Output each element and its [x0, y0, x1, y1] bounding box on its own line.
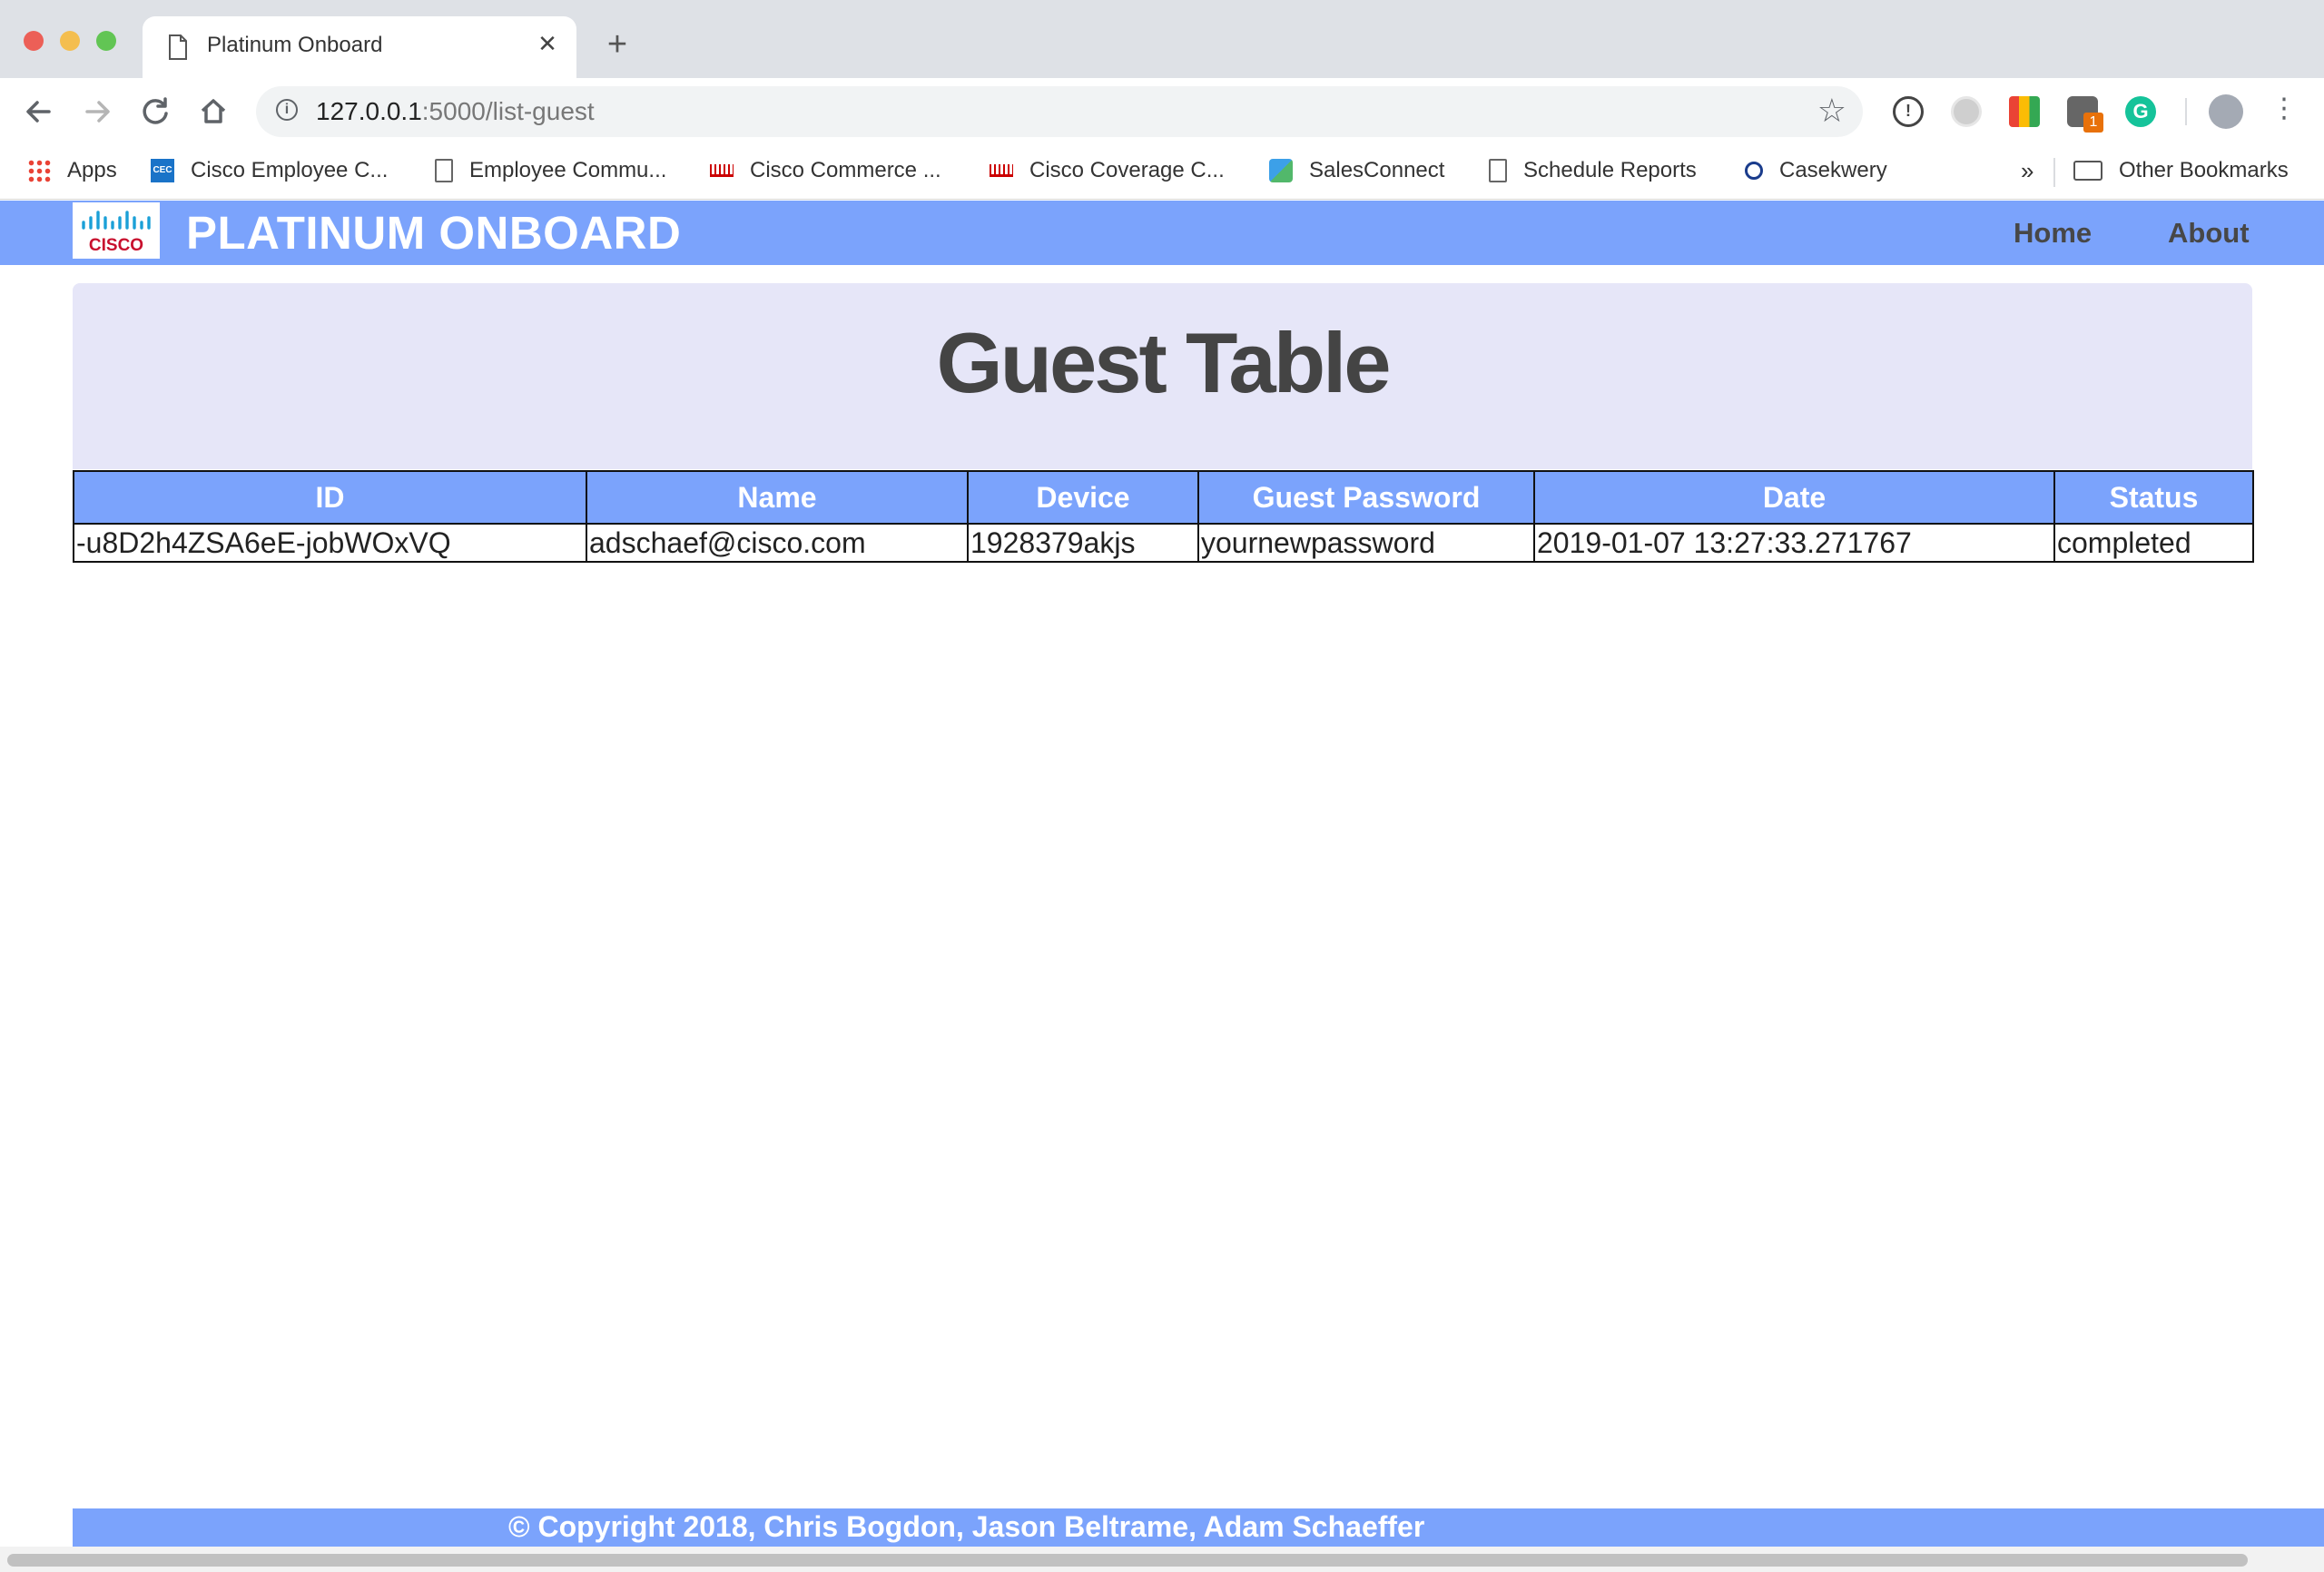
url-text[interactable]: 127.0.0.1:5000/list-guest	[316, 97, 595, 126]
column-header-name: Name	[586, 470, 969, 525]
cell-id: -u8D2h4ZSA6eE-jobWOxVQ	[73, 523, 587, 563]
page-header-jumbotron: Guest Table	[73, 283, 2252, 469]
cisco-bridge-icon: CISCO	[82, 211, 151, 255]
page-icon	[1489, 159, 1507, 182]
site-info-icon[interactable]: i	[276, 99, 298, 121]
circle-extension-icon[interactable]	[1951, 96, 1982, 127]
back-arrow-icon[interactable]	[18, 91, 60, 133]
column-header-date: Date	[1533, 470, 2055, 525]
cell-guest-password: yournewpassword	[1197, 523, 1535, 563]
cisco-icon	[990, 164, 1013, 177]
extension-badge: 1	[2083, 113, 2103, 133]
other-bookmarks[interactable]: Other Bookmarks	[2073, 152, 2289, 189]
minimize-window-button[interactable]	[60, 31, 80, 51]
puzzle-extension-icon[interactable]: 1	[2067, 96, 2103, 133]
browser-tab[interactable]: Platinum Onboard ✕	[143, 16, 576, 78]
cec-icon: CEC	[151, 159, 174, 182]
column-header-guest-password: Guest Password	[1197, 470, 1535, 525]
folder-icon	[2073, 161, 2102, 181]
page-icon	[435, 159, 453, 182]
apps-grid-icon	[27, 159, 51, 182]
toolbar-divider	[2185, 98, 2187, 125]
address-bar[interactable]: i 127.0.0.1:5000/list-guest ☆	[256, 86, 1863, 137]
close-tab-icon[interactable]: ✕	[531, 27, 564, 60]
column-header-device: Device	[967, 470, 1199, 525]
menu-kebab-icon[interactable]: ⋮	[2263, 91, 2305, 133]
horizontal-scrollbar[interactable]	[0, 1547, 2324, 1572]
profile-avatar[interactable]	[2209, 94, 2243, 129]
table-row: -u8D2h4ZSA6eE-jobWOxVQ adschaef@cisco.co…	[73, 523, 2254, 563]
bookmark-apps[interactable]: Apps	[27, 152, 117, 189]
table-header-row: ID Name Device Guest Password Date Statu…	[73, 470, 2254, 525]
home-icon[interactable]	[192, 91, 234, 133]
cell-status: completed	[2053, 523, 2254, 563]
column-header-status: Status	[2053, 470, 2254, 525]
grammarly-icon[interactable]: G	[2125, 96, 2156, 127]
reload-icon[interactable]	[134, 91, 176, 133]
bookmark-cisco-employee[interactable]: CEC Cisco Employee C...	[151, 152, 388, 189]
bookmark-cisco-coverage[interactable]: Cisco Coverage C...	[990, 152, 1225, 189]
forward-arrow-icon[interactable]	[76, 91, 118, 133]
password-manager-extension-icon[interactable]: !	[1893, 96, 1924, 127]
svg-text:CISCO: CISCO	[89, 236, 143, 255]
bookmark-schedule-reports[interactable]: Schedule Reports	[1489, 152, 1697, 189]
bookmarks-overflow-icon[interactable]: »	[2021, 152, 2034, 189]
site-navbar: CISCO PLATINUM ONBOARD Home About	[0, 201, 2324, 265]
page-icon	[169, 34, 187, 60]
new-tab-button[interactable]: +	[600, 27, 635, 62]
zoom-window-button[interactable]	[96, 31, 116, 51]
scrollbar-thumb[interactable]	[7, 1554, 2248, 1567]
bookmark-employee-commu[interactable]: Employee Commu...	[435, 152, 666, 189]
browser-chrome: Platinum Onboard ✕ + i 127.0.0.1:5000/li…	[0, 0, 2324, 200]
close-window-button[interactable]	[24, 31, 44, 51]
guest-table: ID Name Device Guest Password Date Statu…	[73, 470, 2254, 563]
nav-about-link[interactable]: About	[2168, 217, 2250, 250]
site-footer: © Copyright 2018, Chris Bogdon, Jason Be…	[73, 1508, 2324, 1547]
search-icon	[1745, 162, 1763, 180]
bookmark-star-icon[interactable]: ☆	[1817, 92, 1846, 130]
cell-device: 1928379akjs	[967, 523, 1199, 563]
download-extension-icon[interactable]	[2009, 96, 2040, 127]
cisco-logo[interactable]: CISCO	[73, 202, 160, 259]
cisco-icon	[710, 164, 734, 177]
bookmark-salesconnect[interactable]: SalesConnect	[1269, 152, 1444, 189]
bookmarks-bar: Apps CEC Cisco Employee C... Employee Co…	[0, 145, 2324, 200]
tab-title: Platinum Onboard	[207, 33, 383, 57]
nav-home-link[interactable]: Home	[2014, 217, 2092, 250]
column-header-id: ID	[73, 470, 587, 525]
salesconnect-icon	[1269, 159, 1293, 182]
cell-date: 2019-01-07 13:27:33.271767	[1533, 523, 2055, 563]
tab-strip: Platinum Onboard ✕ +	[0, 0, 2324, 78]
bookmarks-divider	[2053, 158, 2055, 187]
copyright-text: © Copyright 2018, Chris Bogdon, Jason Be…	[508, 1510, 1425, 1543]
cell-name: adschaef@cisco.com	[586, 523, 969, 563]
page-title: Guest Table	[936, 315, 1391, 410]
bookmark-casekwery[interactable]: Casekwery	[1745, 152, 1887, 189]
bookmark-cisco-commerce[interactable]: Cisco Commerce ...	[710, 152, 941, 189]
brand-title[interactable]: PLATINUM ONBOARD	[186, 206, 681, 260]
browser-toolbar: i 127.0.0.1:5000/list-guest ☆ ! 1 G ⋮	[0, 78, 2324, 145]
